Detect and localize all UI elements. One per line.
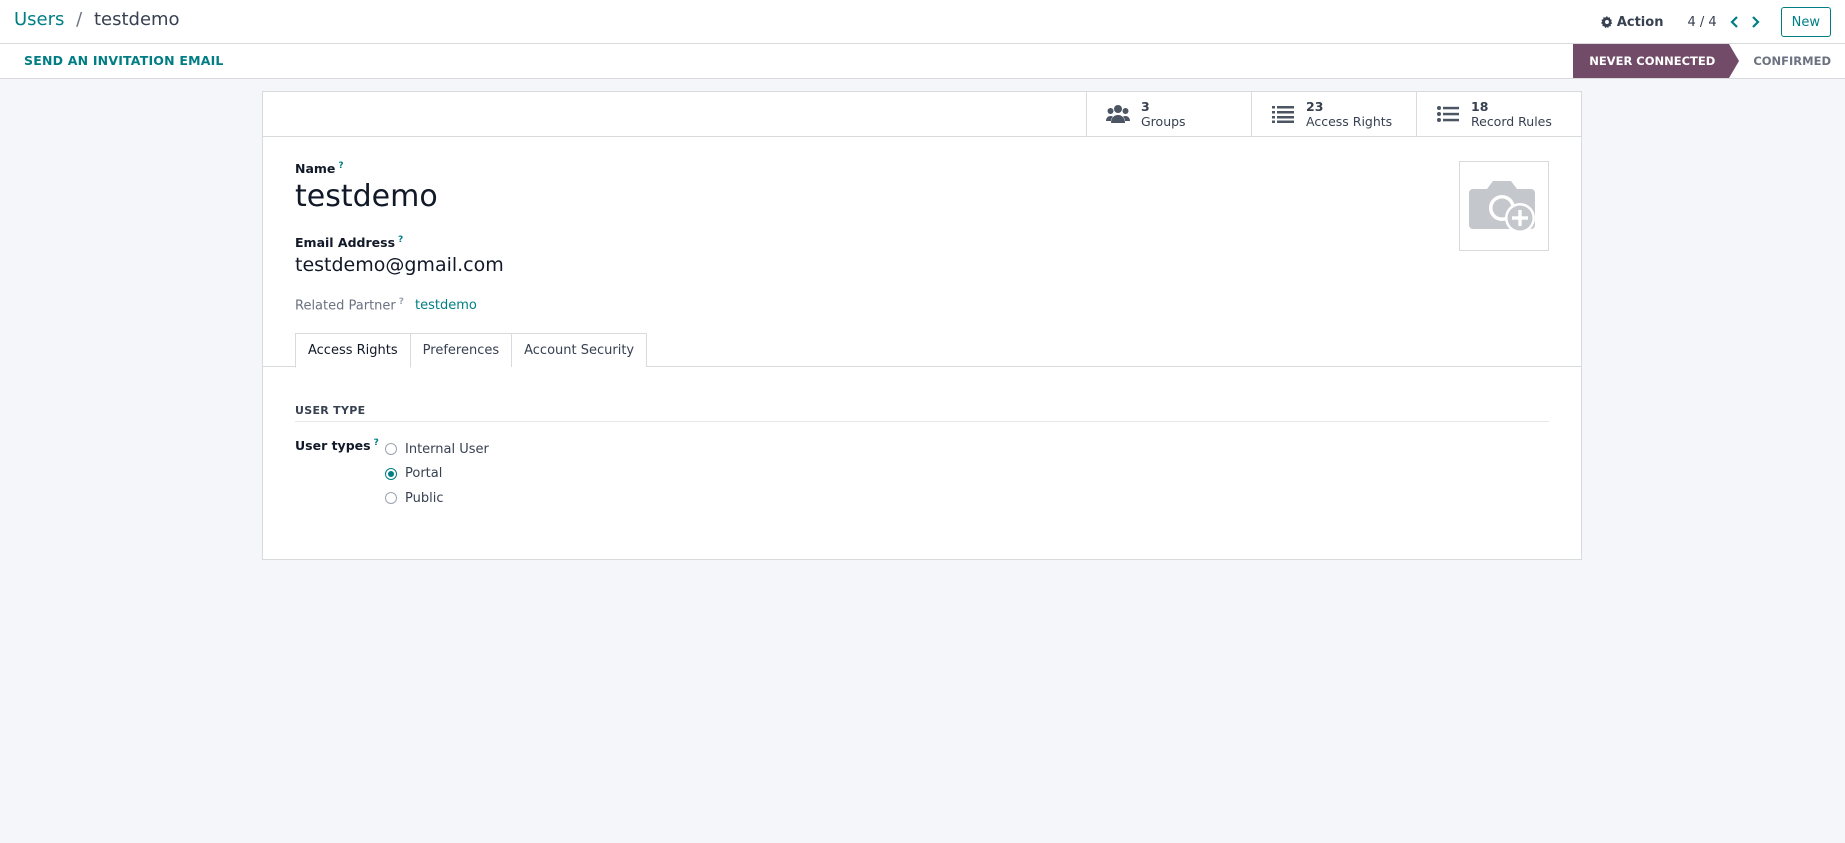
tab-preferences[interactable]: Preferences	[409, 333, 513, 367]
status-step-arrow	[1729, 44, 1740, 78]
radio-label: Public	[405, 490, 444, 506]
status-steps: NEVER CONNECTED CONFIRMED	[1573, 44, 1845, 78]
breadcrumb-separator: /	[76, 9, 83, 30]
name-label-text: Name	[295, 161, 336, 177]
user-types-radio-group: Internal User Portal Public	[385, 437, 489, 511]
email-help-icon[interactable]: ?	[398, 235, 403, 245]
action-label: Action	[1616, 14, 1664, 30]
new-record-button[interactable]: New	[1780, 7, 1831, 37]
pager-value[interactable]: 4 / 4	[1687, 15, 1716, 30]
users-icon	[1105, 104, 1131, 124]
record-rules-smart-button[interactable]: 18 Record Rules	[1416, 92, 1581, 136]
radio-button[interactable]	[385, 492, 397, 505]
groups-label: Groups	[1141, 114, 1186, 129]
form-sheet: 3 Groups 23 Access Rights 18 Record Rule…	[262, 91, 1582, 560]
user-types-label: User types?	[295, 438, 379, 453]
related-partner-label-text: Related Partner	[295, 298, 396, 314]
access-rights-label: Access Rights	[1306, 114, 1393, 129]
related-partner-link[interactable]: testdemo	[415, 298, 477, 313]
email-label: Email Address?	[295, 235, 403, 250]
radio-button[interactable]	[385, 443, 397, 456]
user-types-help-icon[interactable]: ?	[374, 438, 379, 448]
radio-label: Portal	[405, 466, 443, 482]
email-field[interactable]: testdemo@gmail.com	[295, 254, 504, 276]
record-rules-label: Record Rules	[1471, 114, 1552, 129]
camera-plus-icon	[1469, 181, 1535, 233]
action-menu-button[interactable]: Action	[1600, 14, 1664, 30]
chevron-left-icon	[1730, 16, 1738, 28]
notebook-tabs: Access Rights Preferences Account Securi…	[295, 333, 648, 368]
status-step-label: NEVER CONNECTED	[1589, 54, 1716, 68]
status-step-confirmed[interactable]: CONFIRMED	[1729, 44, 1845, 78]
name-field[interactable]: testdemo	[295, 179, 438, 214]
radio-internal-user[interactable]: Internal User	[385, 437, 489, 462]
radio-button-checked[interactable]	[385, 467, 397, 480]
pager-previous-button[interactable]	[1725, 12, 1745, 32]
radio-public[interactable]: Public	[385, 486, 489, 511]
pager-next-button[interactable]	[1745, 12, 1765, 32]
list-ul-icon	[1435, 105, 1461, 123]
chevron-right-icon	[1751, 16, 1760, 28]
access-rights-smart-button[interactable]: 23 Access Rights	[1251, 92, 1416, 136]
radio-label: Internal User	[405, 441, 489, 457]
send-invitation-email-button[interactable]: SEND AN INVITATION EMAIL	[24, 53, 224, 68]
tab-account-security[interactable]: Account Security	[511, 333, 648, 367]
name-label: Name?	[295, 161, 344, 176]
email-label-text: Email Address	[295, 235, 396, 251]
user-types-label-text: User types	[295, 438, 371, 454]
smart-button-box: 3 Groups 23 Access Rights 18 Record Rule…	[263, 92, 1581, 137]
status-step-never-connected[interactable]: NEVER CONNECTED	[1573, 44, 1740, 78]
control-panel: Users / testdemo Action 4 / 4 New	[0, 0, 1845, 44]
name-help-icon[interactable]: ?	[338, 161, 343, 171]
statusbar: SEND AN INVITATION EMAIL NEVER CONNECTED…	[0, 44, 1845, 79]
access-rights-count: 23	[1306, 99, 1324, 114]
list-icon	[1270, 105, 1296, 123]
breadcrumb-current: testdemo	[93, 9, 180, 30]
related-partner-label: Related Partner?	[295, 297, 404, 313]
user-type-group-title: USER TYPE	[295, 404, 1549, 422]
record-rules-count: 18	[1471, 99, 1489, 114]
partner-help-icon[interactable]: ?	[399, 297, 404, 307]
avatar-upload[interactable]	[1459, 161, 1549, 251]
groups-smart-button[interactable]: 3 Groups	[1086, 92, 1251, 136]
radio-portal[interactable]: Portal	[385, 462, 489, 487]
gear-icon	[1600, 16, 1613, 28]
tab-access-rights[interactable]: Access Rights	[295, 333, 411, 368]
breadcrumb-users-link[interactable]: Users	[14, 9, 64, 30]
groups-count: 3	[1141, 99, 1150, 114]
breadcrumb: Users / testdemo	[14, 9, 180, 30]
